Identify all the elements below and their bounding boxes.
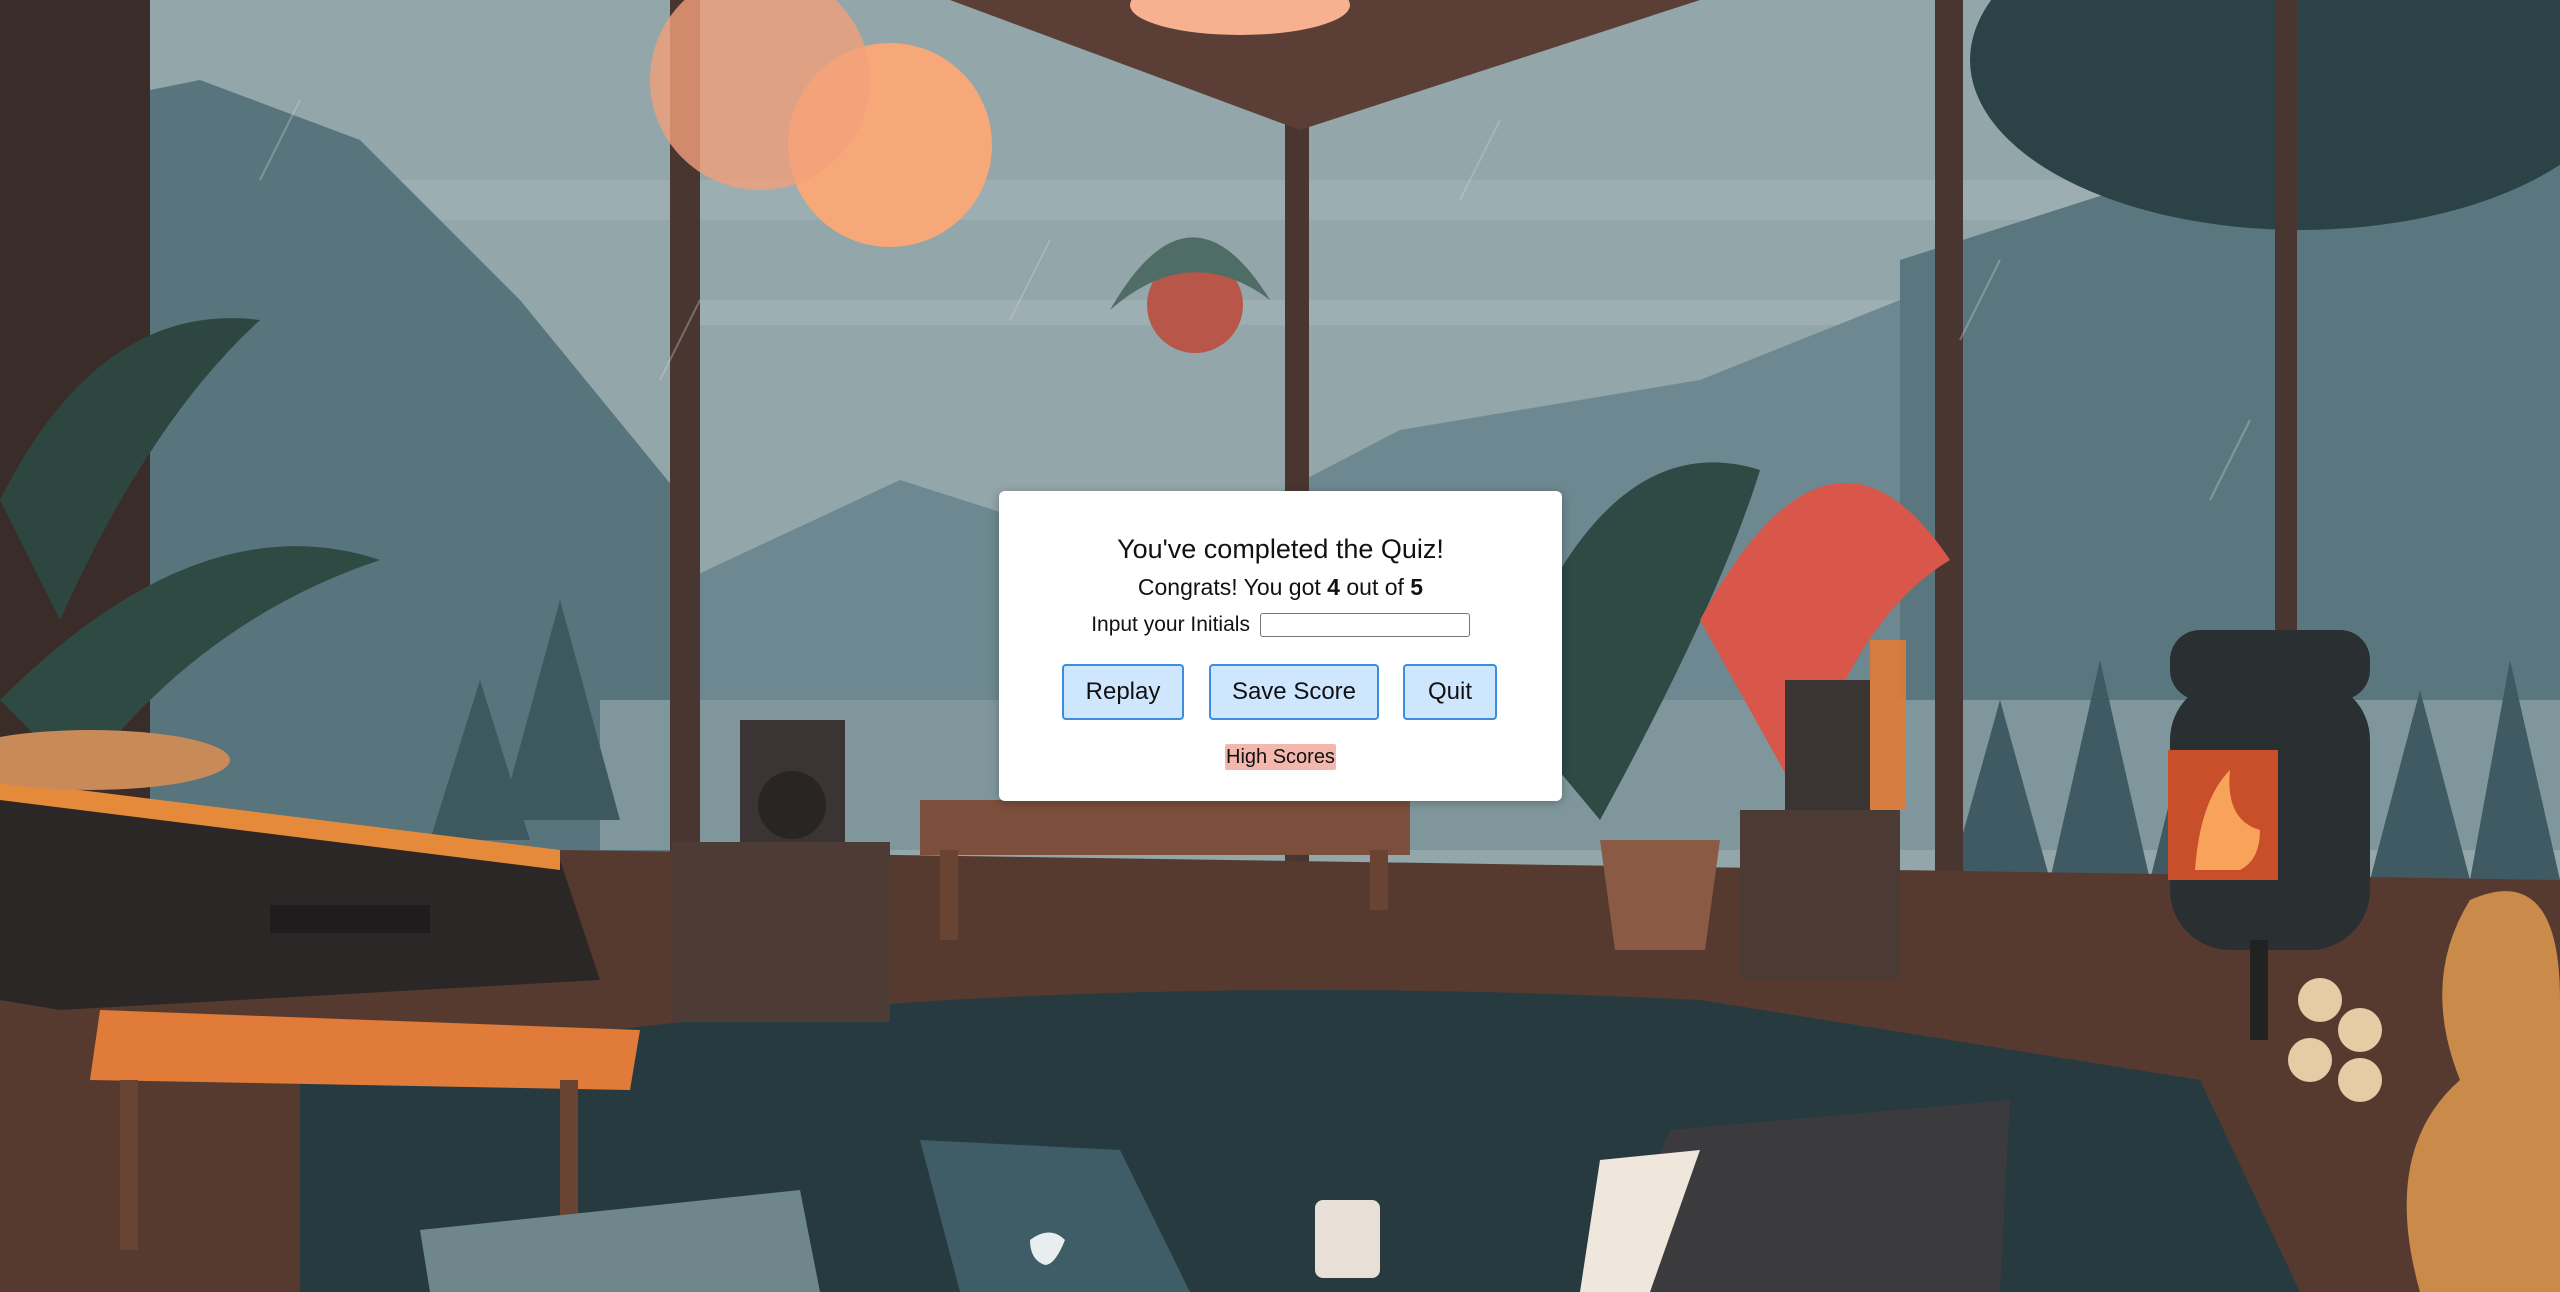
score-middle-text: out of: [1339, 574, 1411, 600]
score-prefix-text: Congrats! You got: [1137, 574, 1328, 600]
replay-button[interactable]: Replay: [1062, 664, 1184, 720]
quiz-complete-title: You've completed the Quiz!: [1117, 534, 1444, 564]
score-value: 4: [1327, 574, 1340, 600]
save-score-button[interactable]: Save Score: [1209, 664, 1379, 720]
quiz-complete-modal: You've completed the Quiz! Congrats! You…: [999, 491, 1562, 801]
high-scores-link[interactable]: High Scores: [1225, 744, 1336, 770]
score-total: 5: [1410, 574, 1424, 600]
score-summary: Congrats! You got 4 out of 5: [999, 573, 1562, 601]
initials-label: Input your Initials: [1091, 613, 1250, 636]
initials-input[interactable]: [1259, 613, 1470, 638]
initials-row: Input your Initials: [999, 612, 1562, 638]
quit-button[interactable]: Quit: [1403, 664, 1497, 720]
